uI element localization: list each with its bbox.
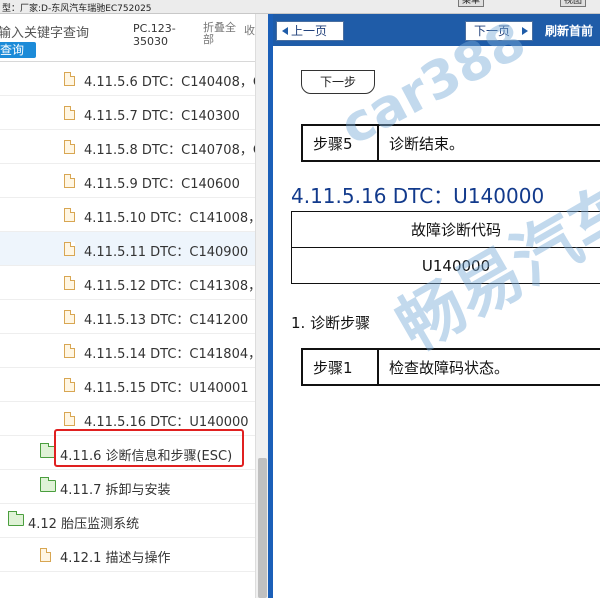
tree-scrollbar[interactable] xyxy=(255,14,268,598)
step1-table: 步骤1 检查故障码状态。 xyxy=(301,348,600,386)
step1-label: 步骤1 xyxy=(301,348,379,386)
tree-item-label: 4.11.5.6 DTC：C140408，C14 xyxy=(84,75,255,90)
tree-item-label: 4.11.5.12 DTC：C141308，C1 xyxy=(84,279,255,294)
search-button[interactable]: 查询 xyxy=(0,42,36,58)
folder-icon xyxy=(40,477,56,492)
document-icon xyxy=(64,140,75,154)
vehicle-model-label: 型：厂家:D-东风汽车瑞驰EC752025 xyxy=(2,4,152,14)
collapse-button[interactable]: 收 xyxy=(244,22,255,38)
document-icon xyxy=(64,174,75,188)
search-row: 输入关键字查询 查询 PC.123-35030 折叠全部 收 xyxy=(0,14,268,62)
refresh-home-button[interactable]: 刷新首前 xyxy=(545,22,593,39)
step5-label: 步骤5 xyxy=(301,124,379,162)
view-button[interactable]: 视图 xyxy=(560,0,587,7)
step1-text: 检查故障码状态。 xyxy=(377,348,600,386)
next-step-button[interactable]: 下一步 xyxy=(301,70,375,94)
tree-item[interactable]: 4.11.5.14 DTC：C141804，C1 xyxy=(0,334,255,368)
section-title: 4.11.5.16 DTC：U140000 xyxy=(291,184,545,208)
tree-item-label: 4.11.5.7 DTC：C140300 xyxy=(84,109,240,124)
tree-item[interactable]: 4.12.1 描述与操作 xyxy=(0,538,255,572)
top-strip: 型：厂家:D-东风汽车瑞驰EC752025 菜单 视图 xyxy=(0,0,600,14)
document-icon xyxy=(64,106,75,120)
tree-item[interactable]: 4.11.7 拆卸与安装 xyxy=(0,470,255,504)
tree-item-label: 4.11.5.14 DTC：C141804，C1 xyxy=(84,347,255,362)
tree-item-label: 4.12.1 描述与操作 xyxy=(60,551,171,566)
tree-item[interactable]: 4.11.5.6 DTC：C140408，C14 xyxy=(0,62,255,96)
tree-item-label: 4.12 胎压监测系统 xyxy=(28,517,140,532)
arrow-right-icon xyxy=(522,27,528,35)
document-icon xyxy=(64,412,75,426)
current-item-highlight xyxy=(54,429,244,467)
left-panel: 输入关键字查询 查询 PC.123-35030 折叠全部 收 4.11.5.6 … xyxy=(0,14,268,598)
step5-table: 步骤5 诊断结束。 xyxy=(301,124,600,162)
diagnostic-steps-heading: 1. 诊断步骤 xyxy=(291,314,371,332)
document-icon xyxy=(64,344,75,358)
tree-item-label: 4.11.5.13 DTC：C141200 xyxy=(84,313,249,328)
document-icon xyxy=(64,378,75,392)
app-window: 型：厂家:D-东风汽车瑞驰EC752025 菜单 视图 输入关键字查询 查询 P… xyxy=(0,0,600,598)
tree-item[interactable]: 4.11.5.12 DTC：C141308，C1 xyxy=(0,266,255,300)
document-icon xyxy=(64,208,75,222)
tree-item[interactable]: 4.11.5.7 DTC：C140300 xyxy=(0,96,255,130)
tree-item[interactable]: 4.11.5.8 DTC：C140708，C14 xyxy=(0,130,255,164)
tree-item-label: 4.11.5.8 DTC：C140708，C14 xyxy=(84,143,255,158)
fold-all-button[interactable]: 折叠全部 xyxy=(203,22,239,46)
document-icon xyxy=(64,242,75,256)
tree-item[interactable]: 4.12 胎压监测系统 xyxy=(0,504,255,538)
next-page-label: 下一页 xyxy=(474,24,511,38)
tree-item[interactable]: 4.11.5.13 DTC：C141200 xyxy=(0,300,255,334)
prev-page-label: 上一页 xyxy=(291,24,328,38)
document-icon xyxy=(64,276,75,290)
tree-item[interactable]: 4.11.5.10 DTC：C141008，C1 xyxy=(0,198,255,232)
document-pane: 上一页 下一页 刷新首前 下一步 步骤5 诊断结束。 4.11.5.16 DTC… xyxy=(273,14,600,598)
document-icon xyxy=(40,548,51,562)
folder-icon xyxy=(8,511,24,526)
tree-item-label: 4.11.5.10 DTC：C141008，C1 xyxy=(84,211,255,226)
tree-item-label: 4.11.5.16 DTC：U140000 xyxy=(84,415,249,430)
tree-item-label: 4.11.7 拆卸与安装 xyxy=(60,483,171,498)
tree-item[interactable]: 4.11.5.15 DTC：U140001 xyxy=(0,368,255,402)
search-input[interactable]: 输入关键字查询 xyxy=(0,22,126,42)
menu-button[interactable]: 菜单 xyxy=(458,0,485,7)
code-header: 故障诊断代码 xyxy=(291,211,600,248)
scrollbar-thumb[interactable] xyxy=(258,458,267,598)
dtc-code-table: 故障诊断代码 U140000 xyxy=(291,211,600,284)
tree-item-label: 4.11.5.15 DTC：U140001 xyxy=(84,381,249,396)
next-page-button[interactable]: 下一页 xyxy=(465,21,533,41)
document-icon xyxy=(64,310,75,324)
manual-code: PC.123-35030 xyxy=(133,22,176,48)
tree-item[interactable]: 4.11.5.11 DTC：C140900 xyxy=(0,232,255,266)
tree-item-label: 4.11.5.11 DTC：C140900 xyxy=(84,245,249,260)
arrow-left-icon xyxy=(282,27,288,35)
step5-text: 诊断结束。 xyxy=(377,124,600,162)
code-value: U140000 xyxy=(291,247,600,284)
document-icon xyxy=(64,72,75,86)
tree-item-label: 4.11.5.9 DTC：C140600 xyxy=(84,177,240,192)
prev-page-button[interactable]: 上一页 xyxy=(276,21,344,41)
doc-nav-bar: 上一页 下一页 刷新首前 xyxy=(273,14,600,46)
tree-item[interactable]: 4.11.5.9 DTC：C140600 xyxy=(0,164,255,198)
